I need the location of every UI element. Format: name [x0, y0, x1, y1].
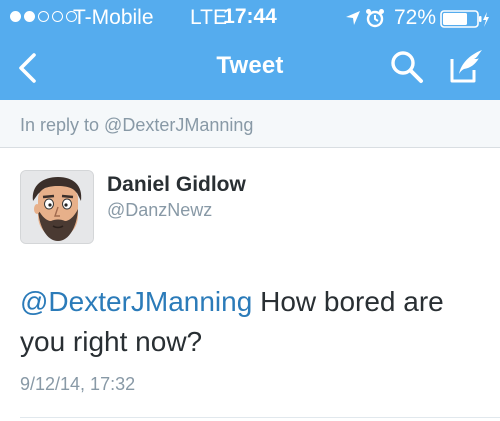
back-chevron-icon[interactable] — [16, 52, 40, 84]
status-bar: T-Mobile LTE 17:44 72% — [0, 0, 500, 36]
tweet-text: @DexterJManning How bored are you right … — [20, 282, 490, 362]
navigation-bar: Tweet — [0, 38, 500, 96]
battery-percentage: 72% — [394, 6, 437, 29]
clock: 17:44 — [223, 5, 277, 28]
avatar[interactable] — [20, 170, 94, 244]
search-icon[interactable] — [388, 48, 424, 84]
tweet-timestamp: 9/12/14, 17:32 — [20, 374, 136, 394]
signal-dot — [10, 11, 21, 22]
mention-link[interactable]: @DexterJManning — [20, 286, 252, 317]
divider — [20, 417, 500, 418]
signal-dot — [24, 11, 35, 22]
cartoon-avatar-image — [21, 171, 93, 243]
battery-charging-icon — [440, 10, 489, 28]
page-title: Tweet — [216, 52, 284, 79]
in-reply-to-label: In reply to @DexterJManning — [20, 115, 254, 135]
signal-dot — [52, 11, 63, 22]
compose-tweet-icon[interactable] — [447, 46, 487, 86]
author-name[interactable]: Daniel Gidlow — [107, 173, 246, 197]
signal-dot — [38, 11, 49, 22]
top-bar: T-Mobile LTE 17:44 72% Tweet — [0, 0, 500, 100]
alarm-clock-icon — [366, 9, 384, 28]
author-handle[interactable]: @DanzNewz — [107, 200, 212, 221]
location-arrow-icon — [346, 11, 360, 25]
carrier-label: T-Mobile — [73, 6, 154, 29]
signal-strength-icon — [10, 11, 77, 22]
in-reply-to-bar[interactable]: In reply to @DexterJManning — [0, 100, 500, 148]
